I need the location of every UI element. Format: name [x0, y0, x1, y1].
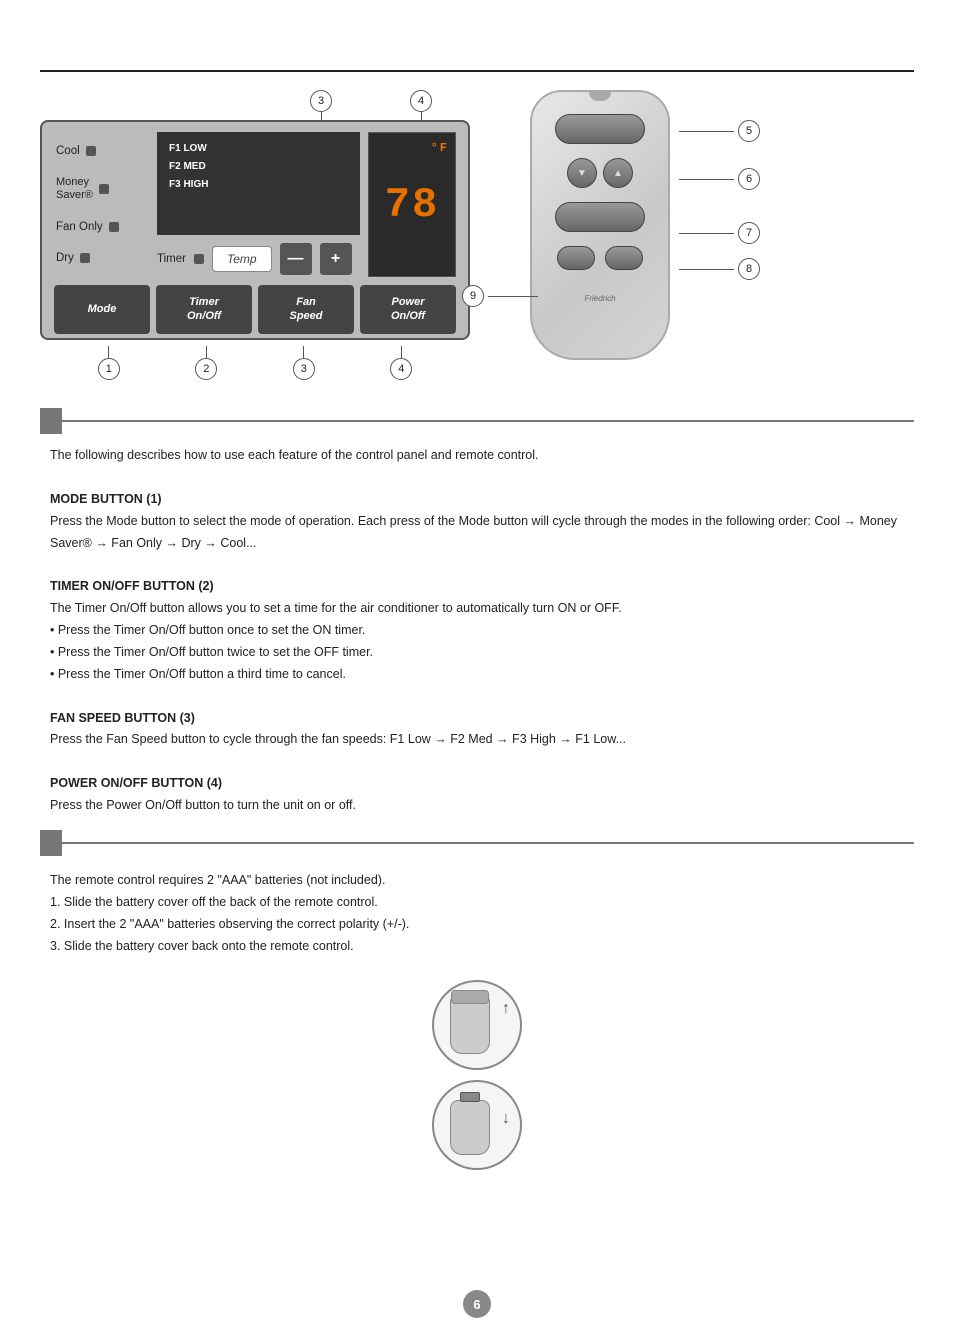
section1-line	[62, 420, 914, 423]
power-onoff-button[interactable]: PowerOn/Off	[360, 285, 456, 334]
temp-increase-button[interactable]: +	[320, 243, 352, 275]
battery-diagram-1: ↑	[432, 980, 522, 1070]
control-panel: 3 4 Cool	[40, 120, 470, 380]
battery-diagram-2: ↓	[432, 1080, 522, 1170]
remote-up-arrow[interactable]: ▲	[603, 158, 633, 188]
remote-body: ▼ ▲ Friedrich	[530, 90, 670, 360]
page-number: 6	[463, 1290, 491, 1318]
section1-header	[40, 408, 914, 434]
temperature-display: 78 °F	[368, 132, 456, 277]
mode-button[interactable]: Mode	[54, 285, 150, 334]
remote-callout-8: 8	[679, 258, 760, 280]
temp-label: Temp	[212, 246, 272, 272]
remote-control-area: ▼ ▲ Friedrich 5	[530, 90, 670, 360]
bottom-callout-3: 3	[293, 358, 315, 380]
diagram-area: 3 4 Cool	[40, 80, 920, 390]
remote-notch	[589, 92, 611, 101]
remote-circle-5: 5	[738, 120, 760, 142]
remote-circle-9: 9	[462, 285, 484, 307]
timer-onoff-button[interactable]: TimerOn/Off	[156, 285, 252, 334]
temp-unit-label: °F	[431, 141, 449, 155]
buttons-row: Mode TimerOn/Off FanSpeed PowerOn/Off	[54, 285, 456, 334]
section2-line	[62, 842, 914, 845]
temp-decrease-button[interactable]: —	[280, 243, 312, 275]
top-rule	[40, 70, 914, 72]
remote-brand-label: Friedrich	[584, 294, 615, 303]
fan-speed-display: F1 LOW F2 MED F3 HIGH	[157, 132, 360, 235]
remote-circle-8: 8	[738, 258, 760, 280]
bottom-callout-4: 4	[390, 358, 412, 380]
section1-text: The following describes how to use each …	[50, 445, 904, 817]
remote-down-arrow[interactable]: ▼	[567, 158, 597, 188]
timer-row: Timer Temp — +	[157, 241, 360, 277]
section2-box	[40, 830, 62, 856]
remote-bottom-right-button[interactable]	[605, 246, 643, 270]
remote-circle-6: 6	[738, 168, 760, 190]
bottom-callout-1: 1	[98, 358, 120, 380]
fan-speed-button[interactable]: FanSpeed	[258, 285, 354, 334]
section2-content: The remote control requires 2 "AAA" batt…	[50, 870, 904, 958]
remote-bottom-buttons	[557, 246, 643, 270]
remote-circle-7: 7	[738, 222, 760, 244]
remote-middle-button[interactable]	[555, 202, 645, 232]
bottom-callout-2: 2	[195, 358, 217, 380]
indicators-column: Cool MoneySaver® Fan Only Dry	[54, 132, 149, 277]
remote-top-button[interactable]	[555, 114, 645, 144]
money-saver-indicator: MoneySaver®	[56, 176, 147, 202]
remote-callout-9: 9	[462, 285, 538, 307]
section2-header	[40, 830, 914, 856]
remote-nav-cluster: ▼ ▲	[567, 158, 633, 188]
battery-diagrams: ↑ ↓	[432, 980, 522, 1170]
section1-box	[40, 408, 62, 434]
remote-callout-6: 6	[679, 168, 760, 190]
remote-bottom-left-button[interactable]	[557, 246, 595, 270]
fan-only-indicator: Fan Only	[56, 221, 147, 233]
dry-indicator: Dry	[56, 252, 147, 264]
remote-callout-7: 7	[679, 222, 760, 244]
cool-indicator: Cool	[56, 145, 147, 157]
remote-callout-5: 5	[679, 120, 760, 142]
